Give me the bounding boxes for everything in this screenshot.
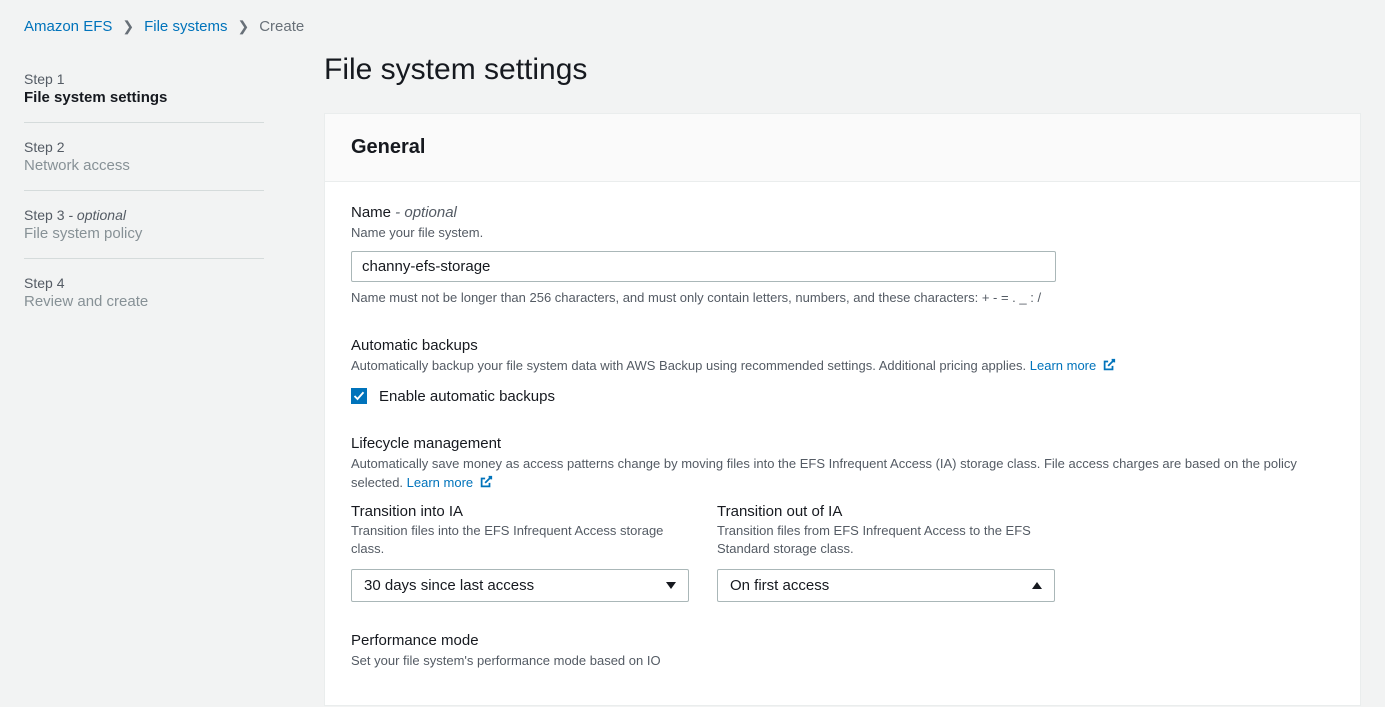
enable-backups-checkbox[interactable] bbox=[351, 388, 367, 404]
name-field: Name - optional Name your file system. N… bbox=[351, 204, 1334, 307]
breadcrumb-root[interactable]: Amazon EFS bbox=[24, 18, 112, 35]
field-description: Automatically backup your file system da… bbox=[351, 356, 1334, 378]
wizard-step-4[interactable]: Step 4 Review and create bbox=[24, 275, 264, 326]
sub-description: Transition files into the EFS Infrequent… bbox=[351, 522, 689, 560]
transition-out-select[interactable]: On first access bbox=[717, 569, 1055, 602]
chevron-right-icon: ❯ bbox=[237, 18, 249, 35]
step-number: Step 2 bbox=[24, 139, 264, 155]
main-content: File system settings General Name - opti… bbox=[324, 47, 1385, 706]
external-link-icon bbox=[479, 475, 493, 495]
step-number: Step 3 - optional bbox=[24, 207, 264, 223]
transition-out-ia: Transition out of IA Transition files fr… bbox=[717, 503, 1055, 603]
performance-field: Performance mode Set your file system's … bbox=[351, 632, 1334, 671]
sub-description: Transition files from EFS Infrequent Acc… bbox=[717, 522, 1055, 560]
wizard-steps: Step 1 File system settings Step 2 Netwo… bbox=[24, 47, 324, 706]
wizard-step-1[interactable]: Step 1 File system settings bbox=[24, 71, 264, 122]
transition-into-select[interactable]: 30 days since last access bbox=[351, 569, 689, 602]
field-label: Performance mode bbox=[351, 632, 1334, 649]
lifecycle-field: Lifecycle management Automatically save … bbox=[351, 435, 1334, 603]
field-label: Lifecycle management bbox=[351, 435, 1334, 452]
step-title: Review and create bbox=[24, 293, 264, 310]
caret-down-icon bbox=[666, 582, 676, 589]
step-title: Network access bbox=[24, 157, 264, 174]
wizard-step-2[interactable]: Step 2 Network access bbox=[24, 139, 264, 190]
field-description: Name your file system. bbox=[351, 223, 1334, 243]
field-label: Name - optional bbox=[351, 204, 1334, 221]
step-number: Step 4 bbox=[24, 275, 264, 291]
step-title: File system policy bbox=[24, 225, 264, 242]
panel-header: General bbox=[325, 114, 1360, 182]
learn-more-link[interactable]: Learn more bbox=[407, 475, 493, 490]
general-panel: General Name - optional Name your file s… bbox=[324, 113, 1361, 706]
field-label: Automatic backups bbox=[351, 337, 1334, 354]
chevron-right-icon: ❯ bbox=[122, 18, 134, 35]
step-title: File system settings bbox=[24, 89, 264, 106]
backups-field: Automatic backups Automatically backup y… bbox=[351, 337, 1334, 405]
caret-up-icon bbox=[1032, 582, 1042, 589]
external-link-icon bbox=[1102, 358, 1116, 378]
sub-label: Transition into IA bbox=[351, 503, 689, 520]
field-description: Automatically save money as access patte… bbox=[351, 454, 1334, 495]
breadcrumb-section[interactable]: File systems bbox=[144, 18, 227, 35]
select-value: On first access bbox=[730, 577, 829, 594]
transition-into-ia: Transition into IA Transition files into… bbox=[351, 503, 689, 603]
wizard-step-3[interactable]: Step 3 - optional File system policy bbox=[24, 207, 264, 258]
panel-title: General bbox=[351, 136, 1334, 159]
breadcrumb: Amazon EFS ❯ File systems ❯ Create bbox=[0, 0, 1385, 47]
checkbox-label: Enable automatic backups bbox=[379, 388, 555, 405]
page-title: File system settings bbox=[324, 53, 1361, 87]
select-value: 30 days since last access bbox=[364, 577, 534, 594]
step-number: Step 1 bbox=[24, 71, 264, 87]
breadcrumb-current: Create bbox=[259, 18, 304, 35]
learn-more-link[interactable]: Learn more bbox=[1030, 358, 1116, 373]
sub-label: Transition out of IA bbox=[717, 503, 1055, 520]
field-description: Set your file system's performance mode … bbox=[351, 651, 1334, 671]
name-input[interactable] bbox=[351, 251, 1056, 282]
field-constraint: Name must not be longer than 256 charact… bbox=[351, 288, 1334, 308]
